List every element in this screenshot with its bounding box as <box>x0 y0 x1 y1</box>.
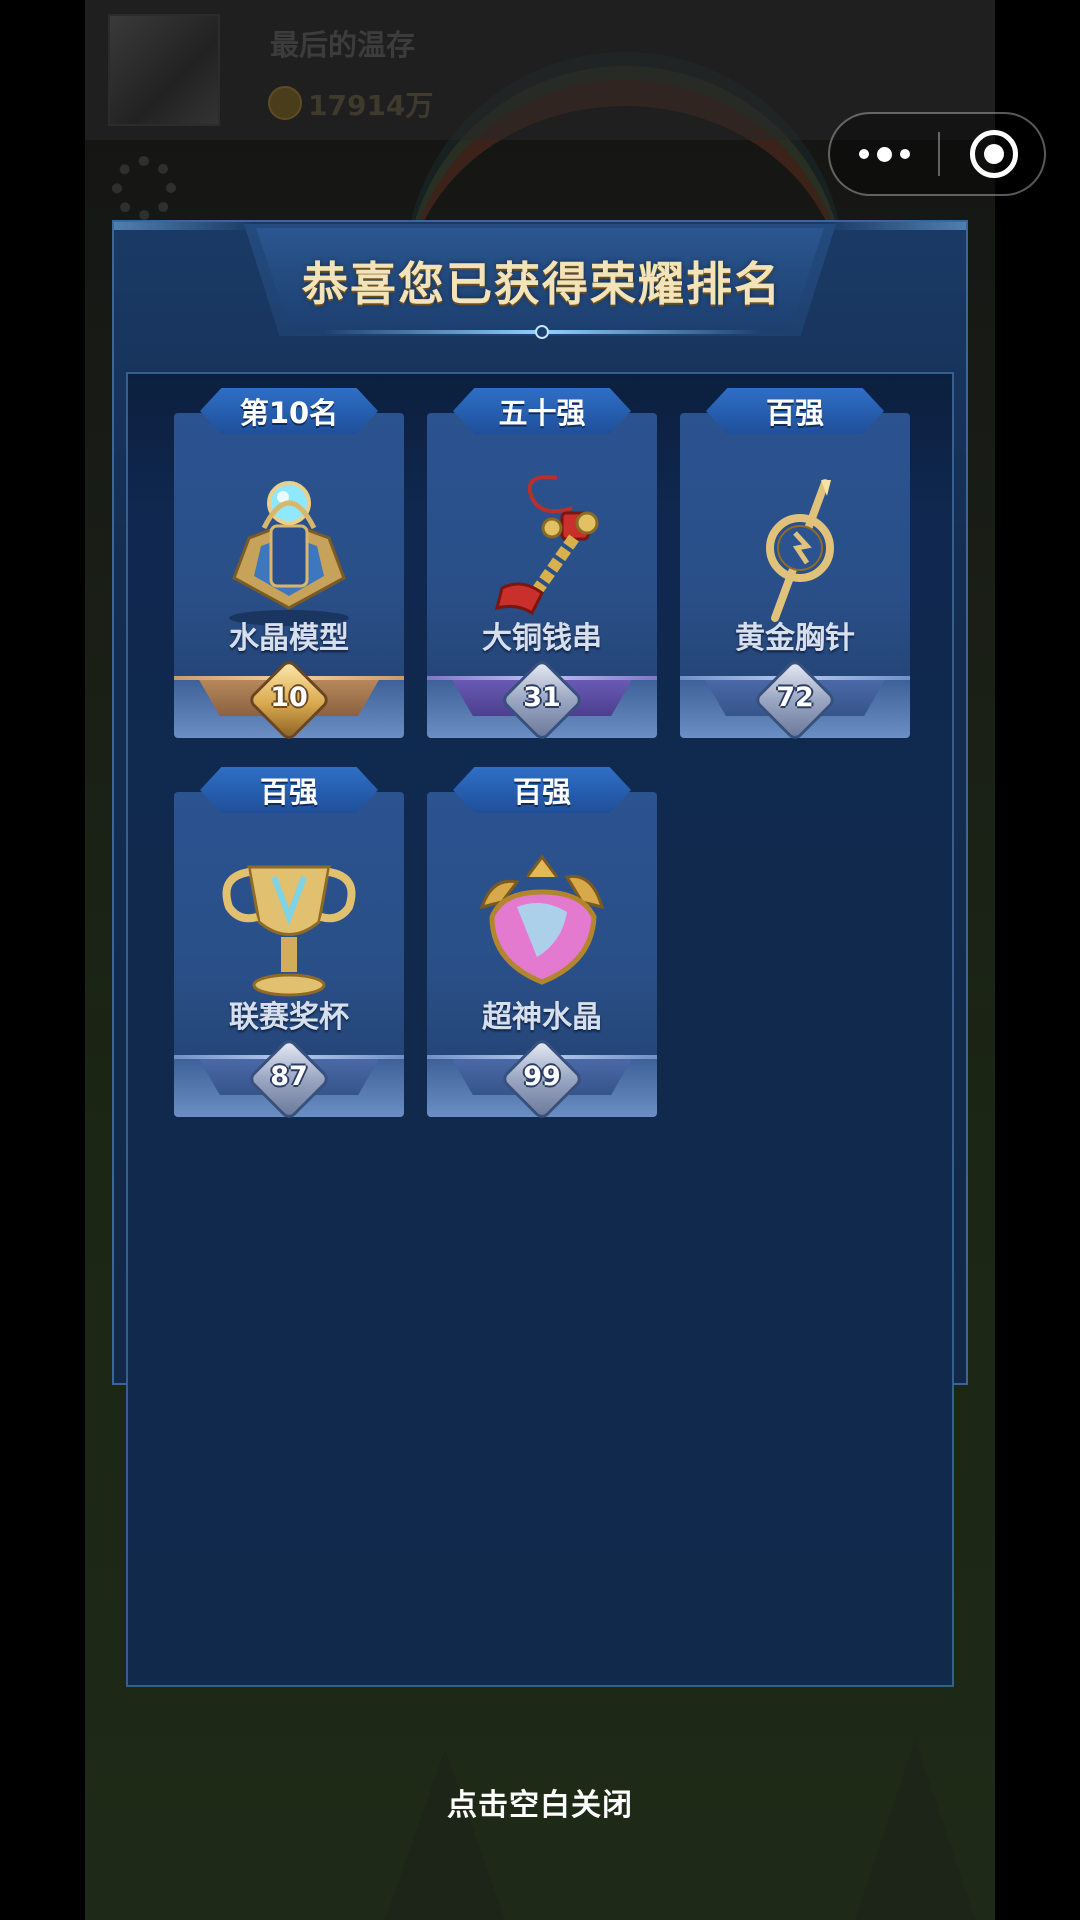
avatar <box>108 14 220 126</box>
card-item-name: 黄金胸针 <box>735 621 855 656</box>
card-tier-badge: 百强 <box>453 767 631 813</box>
rewards-panel: 第10名 水晶模型 10 五十强 大铜钱串 31 百强 黄金胸针 72 百强 联… <box>126 372 954 1687</box>
card-rank-number: 87 <box>270 1061 308 1092</box>
card-rank-number: 31 <box>523 682 561 713</box>
card-tier-badge: 百强 <box>200 767 378 813</box>
card-item-name: 联赛奖杯 <box>229 1000 349 1035</box>
more-dots-icon <box>858 149 869 159</box>
card-rank-number: 99 <box>523 1061 561 1092</box>
card-rank-number: 10 <box>270 682 308 713</box>
gear-icon <box>112 156 176 220</box>
mini-program-capsule <box>828 112 1046 196</box>
more-dots-icon <box>876 146 892 162</box>
tree-decoration <box>385 1750 505 1920</box>
league-trophy-icon <box>222 865 356 997</box>
card-item-name: 超神水晶 <box>482 1000 602 1035</box>
card-tier-badge: 五十强 <box>453 388 631 434</box>
card-tier-badge: 百强 <box>706 388 884 434</box>
coin-icon <box>268 86 302 120</box>
tap-blank-to-close-hint[interactable]: 点击空白关闭 <box>0 1780 1080 1824</box>
golden-brooch-icon <box>766 479 834 622</box>
card-item-name: 水晶模型 <box>229 621 349 656</box>
card-tier-badge: 第10名 <box>200 388 378 434</box>
reward-card[interactable]: 百强 联赛奖杯 87 <box>174 767 404 1118</box>
username: 最后的温存 <box>270 28 416 62</box>
legendary-crystal-icon <box>479 854 605 985</box>
more-options-button[interactable] <box>830 114 938 194</box>
reward-card[interactable]: 百强 超神水晶 99 <box>427 767 657 1118</box>
crystal-model-icon <box>229 481 349 626</box>
reward-card[interactable]: 五十强 大铜钱串 31 <box>427 388 657 739</box>
corner-decoration <box>826 222 966 230</box>
close-mini-program-button[interactable] <box>970 130 1018 178</box>
title-ornament-dot <box>535 325 549 339</box>
copper-coin-string-icon <box>494 475 599 616</box>
reward-card[interactable]: 百强 黄金胸针 72 <box>680 388 910 739</box>
corner-decoration <box>114 222 254 230</box>
more-dots-icon <box>899 149 910 159</box>
card-item-name: 大铜钱串 <box>482 621 602 656</box>
tree-decoration <box>855 1740 975 1920</box>
card-rank-number: 72 <box>776 682 814 713</box>
modal-title: 恭喜您已获得荣耀排名 <box>302 257 782 311</box>
coin-count: 17914万 <box>308 89 434 122</box>
reward-card[interactable]: 第10名 水晶模型 10 <box>174 388 404 739</box>
capsule-divider <box>938 132 940 176</box>
